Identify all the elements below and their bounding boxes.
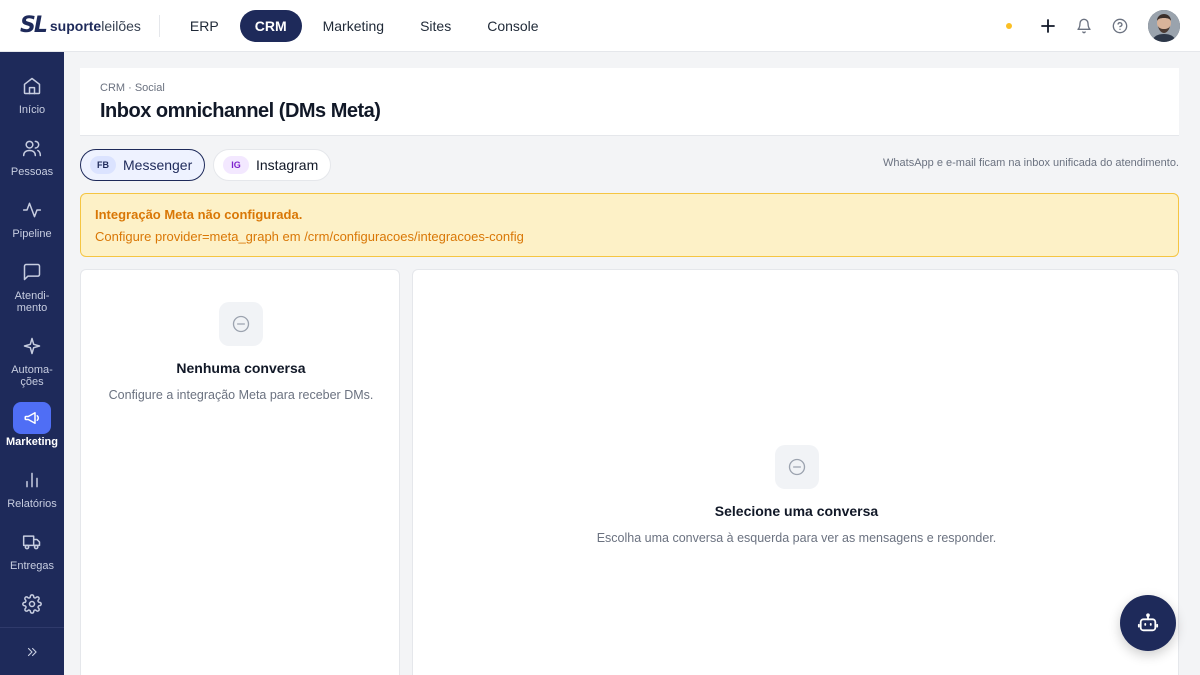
sidebar-item-automacoes[interactable]: Automa- ções xyxy=(0,330,64,388)
topnav-marketing[interactable]: Marketing xyxy=(308,10,399,42)
ig-badge: IG xyxy=(223,156,249,174)
page-header: CRM · Social Inbox omnichannel (DMs Meta… xyxy=(80,68,1179,136)
megaphone-icon xyxy=(13,402,51,434)
conversation-detail-panel: Selecione uma conversa Escolha uma conve… xyxy=(412,269,1179,675)
sidebar-item-relatorios[interactable]: Relatórios xyxy=(0,464,64,510)
sidebar-item-settings[interactable] xyxy=(0,588,64,620)
minus-circle-icon xyxy=(774,445,819,489)
plus-icon[interactable] xyxy=(1038,16,1058,36)
sidebar-item-marketing[interactable]: Marketing xyxy=(0,402,64,448)
sidebar-label: Atendi- mento xyxy=(14,290,50,314)
topnav-sites[interactable]: Sites xyxy=(405,10,466,42)
chat-icon xyxy=(13,256,51,288)
help-icon[interactable] xyxy=(1110,16,1130,36)
sidebar-label: Marketing xyxy=(6,436,58,448)
logo-text: suporteleilões xyxy=(49,17,141,34)
alert-title: Integração Meta não configurada. xyxy=(95,207,303,222)
brand-logo[interactable]: SL suporteleilões xyxy=(20,0,141,52)
page-title: Inbox omnichannel (DMs Meta) xyxy=(100,100,381,122)
empty-subtitle: Escolha uma conversa à esquerda para ver… xyxy=(596,531,997,545)
conversation-list-panel: Nenhuma conversa Configure a integração … xyxy=(80,269,400,675)
sidebar-item-atendimento[interactable]: Atendi- mento xyxy=(0,256,64,314)
channel-tabs: FB Messenger IG Instagram WhatsApp e e-m… xyxy=(80,148,1179,182)
bot-icon xyxy=(1137,613,1159,632)
empty-subtitle: Configure a integração Meta para receber… xyxy=(108,388,374,402)
sidebar-label: Relatórios xyxy=(7,498,57,510)
tab-label: Instagram xyxy=(256,157,319,173)
topnav-erp[interactable]: ERP xyxy=(175,10,234,42)
breadcrumb: CRM · Social xyxy=(100,82,165,94)
sidebar-label: Início xyxy=(18,104,46,116)
activity-icon xyxy=(13,194,51,226)
divider xyxy=(158,14,160,37)
sidebar-label: Pessoas xyxy=(10,166,54,178)
sidebar: Início Pessoas Pipeline Atendi- mento Au… xyxy=(0,52,64,675)
sidebar-label: Pipeline xyxy=(12,228,52,240)
chevrons-right-icon xyxy=(27,647,37,656)
sidebar-label: Automa- ções xyxy=(11,364,53,388)
truck-icon xyxy=(13,526,51,558)
settings-icon xyxy=(13,588,51,620)
users-icon xyxy=(13,132,51,164)
sidebar-item-pipeline[interactable]: Pipeline xyxy=(0,194,64,240)
bell-icon[interactable] xyxy=(1074,16,1094,36)
sidebar-item-pessoas[interactable]: Pessoas xyxy=(0,132,64,178)
empty-title: Selecione uma conversa xyxy=(714,503,879,519)
topnav-console[interactable]: Console xyxy=(472,10,553,42)
top-bar: SL suporteleilões ERP CRM Marketing Site… xyxy=(0,0,1200,52)
empty-state: Selecione uma conversa Escolha uma conve… xyxy=(413,445,1180,545)
tab-instagram[interactable]: IG Instagram xyxy=(213,149,332,181)
empty-title: Nenhuma conversa xyxy=(176,360,306,376)
status-dot xyxy=(1006,23,1012,29)
bar-chart-icon xyxy=(13,464,51,496)
minus-circle-icon xyxy=(219,302,263,346)
integration-warning: Integração Meta não configurada. Configu… xyxy=(80,193,1179,257)
topnav-crm[interactable]: CRM xyxy=(239,9,302,42)
assistant-bot-button[interactable] xyxy=(1120,595,1176,651)
logo-mark: SL xyxy=(20,13,48,38)
tab-messenger[interactable]: FB Messenger xyxy=(80,149,206,181)
sidebar-item-entregas[interactable]: Entregas xyxy=(0,526,64,572)
user-avatar[interactable] xyxy=(1148,10,1180,42)
fb-badge: FB xyxy=(90,156,116,174)
tab-label: Messenger xyxy=(123,157,193,173)
sparkle-icon xyxy=(13,330,51,362)
top-actions xyxy=(1006,0,1180,52)
alert-body: Configure provider=meta_graph em /crm/co… xyxy=(95,229,524,244)
sidebar-expand-button[interactable] xyxy=(0,627,64,675)
channels-note: WhatsApp e e-mail ficam na inbox unifica… xyxy=(883,157,1179,169)
main-content: CRM · Social Inbox omnichannel (DMs Meta… xyxy=(64,52,1200,675)
sidebar-item-inicio[interactable]: Início xyxy=(0,70,64,116)
home-icon xyxy=(13,70,51,102)
sidebar-label: Entregas xyxy=(9,560,55,572)
empty-state: Nenhuma conversa Configure a integração … xyxy=(81,302,401,402)
top-nav: ERP CRM Marketing Sites Console xyxy=(175,9,554,42)
